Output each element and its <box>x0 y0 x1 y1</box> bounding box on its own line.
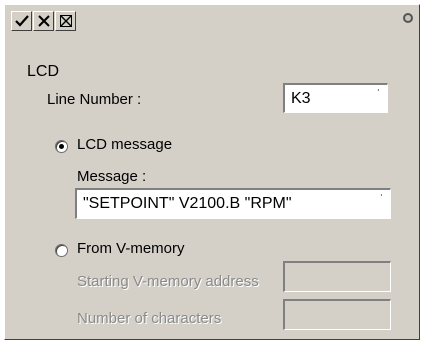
check-icon <box>14 15 29 27</box>
starting-address-field[interactable] <box>283 261 391 292</box>
line-number-input[interactable] <box>285 85 387 112</box>
help-icon <box>59 15 72 27</box>
number-of-characters-field[interactable] <box>283 299 391 330</box>
vmemory-radio[interactable] <box>55 244 68 257</box>
message-field[interactable]: ˙ <box>75 188 391 219</box>
dropdown-arrow-icon[interactable]: ˙ <box>377 87 381 101</box>
starting-address-label: Starting V-memory address <box>77 273 259 290</box>
number-of-characters-label: Number of characters <box>77 310 222 327</box>
pin-icon[interactable] <box>403 13 413 23</box>
line-number-label: Line Number : <box>47 91 142 108</box>
message-input[interactable] <box>77 190 390 218</box>
group-label: LCD <box>27 63 60 80</box>
starting-address-input[interactable] <box>285 263 390 291</box>
lcd-message-radio[interactable] <box>55 140 68 153</box>
cancel-button[interactable] <box>33 11 54 31</box>
message-dropdown-icon[interactable]: ˙ <box>380 192 384 206</box>
message-label: Message : <box>77 168 147 185</box>
close-icon <box>37 15 50 27</box>
ok-button[interactable] <box>11 11 32 31</box>
number-of-characters-input[interactable] <box>285 301 390 329</box>
lcd-message-label[interactable]: LCD message <box>77 136 172 153</box>
lcd-dialog: LCD Line Number : ˙ LCD message Message … <box>4 4 420 340</box>
line-number-field[interactable]: ˙ <box>283 83 388 113</box>
dialog-toolbar <box>11 11 77 33</box>
help-button[interactable] <box>55 11 76 31</box>
vmemory-label[interactable]: From V-memory <box>77 240 185 257</box>
